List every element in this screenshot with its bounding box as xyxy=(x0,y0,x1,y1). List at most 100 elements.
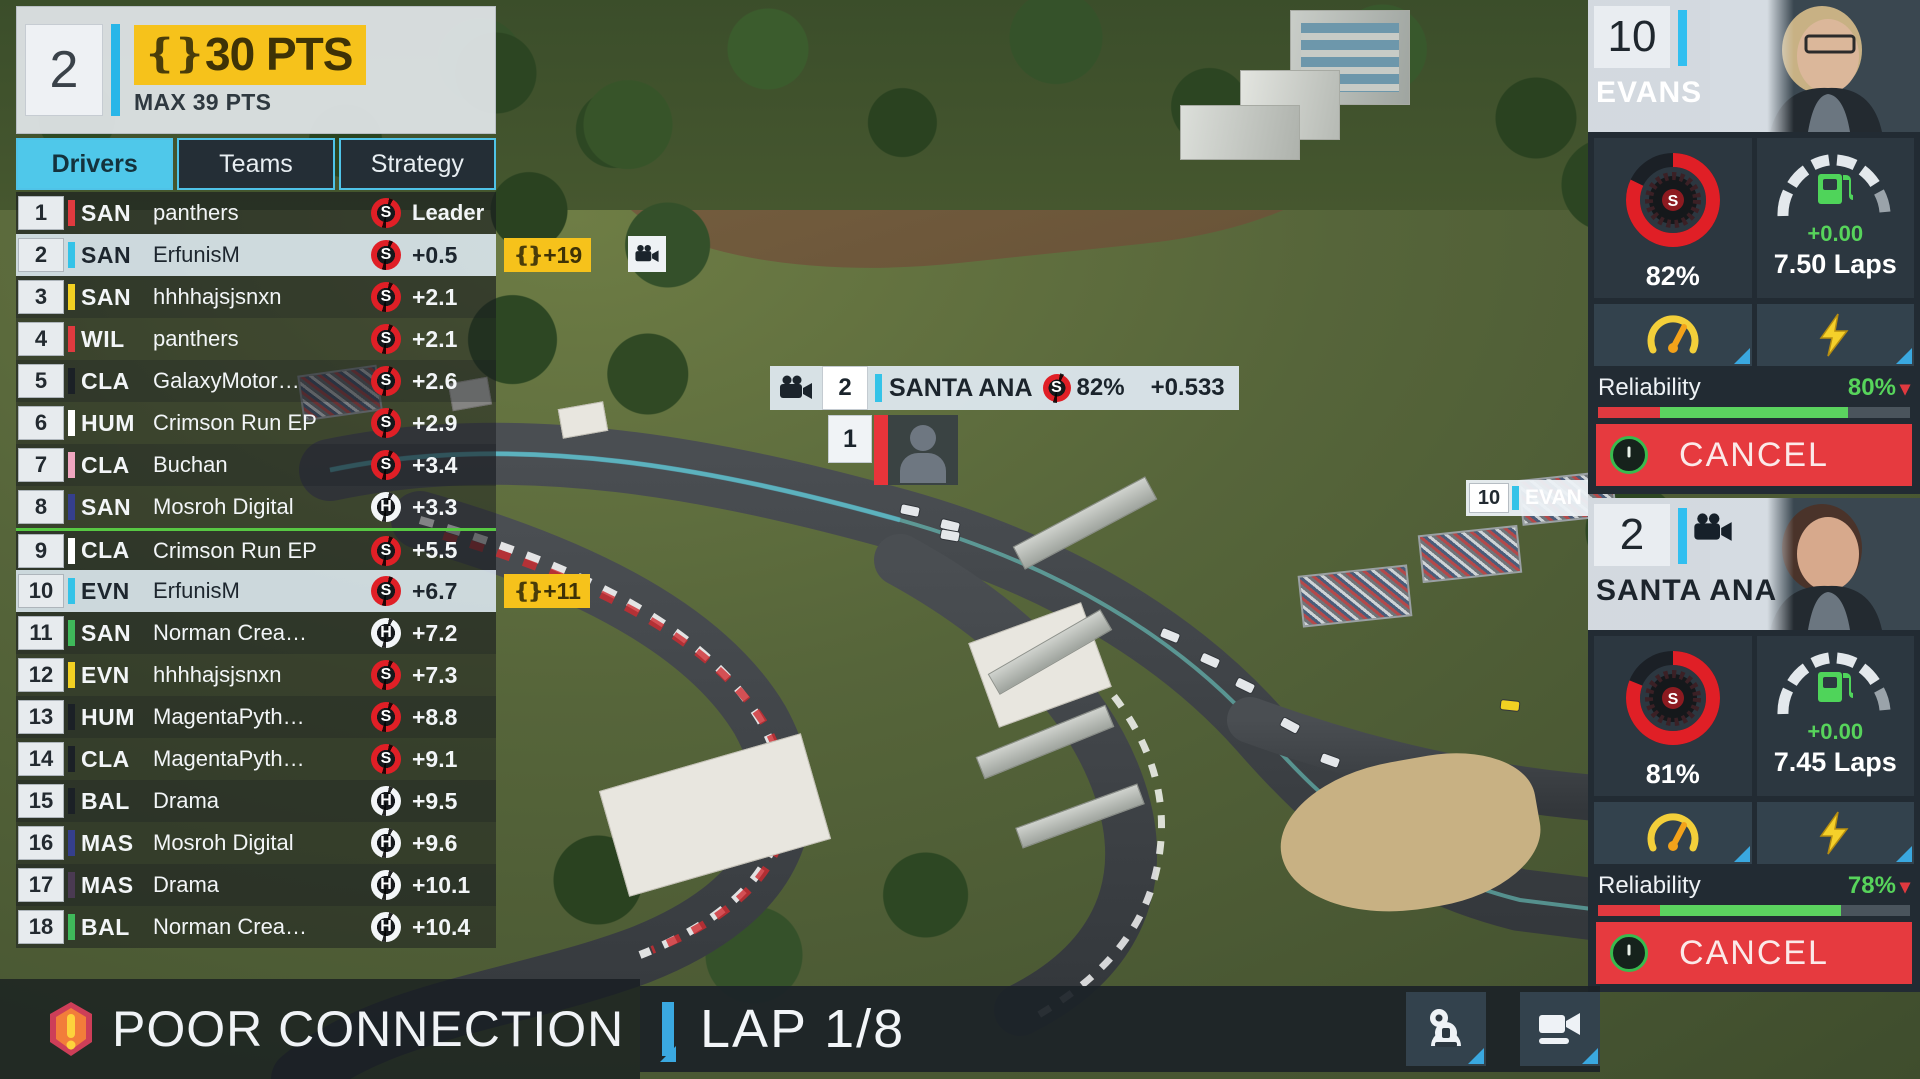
row-team-color xyxy=(68,494,75,520)
tyre-compound-icon: S xyxy=(371,408,401,438)
row-team-color xyxy=(68,746,75,772)
row-team-color xyxy=(68,578,75,604)
standings-row-9[interactable]: 9 CLA Crimson Run EP S +5.5 xyxy=(16,528,496,570)
cancel-button[interactable]: CANCEL xyxy=(1596,922,1912,984)
row-team-name: Buchan xyxy=(153,452,228,477)
row-team-name: Crimson Run EP xyxy=(153,410,317,435)
row-position: 16 xyxy=(18,826,64,860)
reliability-bar xyxy=(1598,407,1910,418)
tyre-compound-icon: H xyxy=(371,870,401,900)
row-position: 2 xyxy=(18,238,64,272)
row-team-name: ErfunisM xyxy=(153,578,240,603)
laurel-icon: ❴❵ xyxy=(513,579,544,603)
pace-gauge-button[interactable] xyxy=(1594,304,1752,366)
tyre-stat[interactable]: S 82% xyxy=(1594,138,1752,298)
tyre-stat[interactable]: S 81% xyxy=(1594,636,1752,796)
row-driver-abbr: BAL xyxy=(81,787,130,814)
standings-row-15[interactable]: 15 BAL Drama H +9.5 xyxy=(16,780,496,822)
card-accent-bar xyxy=(1678,508,1687,564)
standings-row-14[interactable]: 14 CLA MagentaPyth… S +9.1 xyxy=(16,738,496,780)
boost-button[interactable] xyxy=(1756,304,1914,366)
max-points-label: MAX 39 PTS xyxy=(134,88,272,115)
row-position: 1 xyxy=(18,196,64,230)
row-camera-icon[interactable] xyxy=(628,236,666,272)
card-driver-name: SANTA ANA xyxy=(1596,574,1778,607)
row-team-name: Crimson Run EP xyxy=(153,537,317,563)
leader-car-marker[interactable]: 1 xyxy=(828,415,958,485)
row-position: 3 xyxy=(18,280,64,314)
card-camera-icon[interactable] xyxy=(1692,512,1734,549)
row-gap: +2.9 xyxy=(412,409,458,436)
card-driver-number: 2 xyxy=(1594,504,1670,566)
row-team-name: GalaxyMotor… xyxy=(153,368,300,393)
row-tyre: S xyxy=(362,660,410,690)
fuel-pump-icon xyxy=(1818,672,1854,702)
tyre-compound-icon: H xyxy=(371,828,401,858)
cancel-label: CANCEL xyxy=(1679,933,1829,972)
card-stats: S 81% +0.00 7.45 Laps xyxy=(1588,630,1920,802)
tyre-compound-icon: S xyxy=(371,744,401,774)
fuel-stat[interactable]: +0.00 7.45 Laps xyxy=(1756,636,1914,796)
standings-row-13[interactable]: 13 HUM MagentaPyth… S +8.8 xyxy=(16,696,496,738)
pace-gauge-button[interactable] xyxy=(1594,802,1752,864)
standings-row-6[interactable]: 6 HUM Crimson Run EP S +2.9 xyxy=(16,402,496,444)
row-gap: +9.1 xyxy=(412,745,458,772)
standings-row-10[interactable]: 10 EVN ErfunisM S +6.7 ❴❵ +11 xyxy=(16,570,590,612)
row-points-tag: ❴❵ +19 xyxy=(504,238,592,272)
row-team-color xyxy=(68,662,75,688)
row-team-color xyxy=(68,284,75,310)
row-driver-abbr: CLA xyxy=(81,451,130,478)
row-tyre: S xyxy=(362,240,410,270)
standings-row-5[interactable]: 5 CLA GalaxyMotor… S +2.6 xyxy=(16,360,496,402)
svg-text:S: S xyxy=(1667,193,1678,210)
standings-row-11[interactable]: 11 SAN Norman Crea… H +7.2 xyxy=(16,612,496,654)
standings-row-17[interactable]: 17 MAS Drama H +10.1 xyxy=(16,864,496,906)
row-tyre: S xyxy=(362,408,410,438)
row-driver-abbr: CLA xyxy=(81,367,130,394)
reliability-bar xyxy=(1598,905,1910,916)
row-driver-abbr: HUM xyxy=(81,409,135,436)
standings-row-7[interactable]: 7 CLA Buchan S +3.4 xyxy=(16,444,496,486)
standings-row-2[interactable]: 2 SAN ErfunisM S +0.5 ❴❵ +19 xyxy=(16,234,666,276)
boost-button[interactable] xyxy=(1756,802,1914,864)
camera-button[interactable] xyxy=(1520,992,1600,1066)
standings-row-18[interactable]: 18 BAL Norman Crea… H +10.4 xyxy=(16,906,496,948)
row-team-name: panthers xyxy=(153,200,239,225)
tab-drivers[interactable]: Drivers xyxy=(16,138,174,190)
pace-gauge-icon xyxy=(1647,813,1699,852)
standings-row-1[interactable]: 1 SAN panthers S Leader xyxy=(16,192,496,234)
row-position: 13 xyxy=(18,700,64,734)
standings-list: 1 SAN panthers S Leader 2 SAN ErfunisM S +0.5 ❴❵ +1… xyxy=(16,192,666,948)
focused-driver-tag[interactable]: 2 SANTA ANA S 82% +0.533 xyxy=(770,366,1239,410)
fuel-stat[interactable]: +0.00 7.50 Laps xyxy=(1756,138,1914,298)
secondary-driver-tag[interactable]: 10 EVAN xyxy=(1466,480,1588,516)
tab-strategy[interactable]: Strategy xyxy=(338,138,496,190)
driver-card-evans[interactable]: 10 EVANS S 82% +0.00 7.50 Laps Reliability 80% ▾… xyxy=(1588,0,1920,494)
standings-row-4[interactable]: 4 WIL panthers S +2.1 xyxy=(16,318,496,360)
standings-row-3[interactable]: 3 SAN hhhhajsjsnxn S +2.1 xyxy=(16,276,496,318)
standings-row-12[interactable]: 12 EVN hhhhajsjsnxn S +7.3 xyxy=(16,654,496,696)
power-icon xyxy=(1610,934,1648,972)
reliability-label: Reliability xyxy=(1598,872,1701,899)
reliability-label: Reliability xyxy=(1598,374,1701,401)
row-gap: +2.6 xyxy=(412,367,458,394)
row-position: 7 xyxy=(18,448,64,482)
standings-row-16[interactable]: 16 MAS Mosroh Digital H +9.6 xyxy=(16,822,496,864)
row-tyre: S xyxy=(362,282,410,312)
points-badge: ❴❵ 30 PTS xyxy=(134,24,367,85)
row-gap: Leader xyxy=(412,200,485,225)
laurel-icon: ❴❵ xyxy=(513,243,544,267)
connection-status-text: POOR CONNECTION xyxy=(112,1001,625,1057)
row-position: 18 xyxy=(18,910,64,944)
standings-tabs: Drivers Teams Strategy xyxy=(16,138,496,190)
row-gap: +6.7 xyxy=(412,577,458,604)
cancel-button[interactable]: CANCEL xyxy=(1596,424,1912,486)
card-actions xyxy=(1588,304,1920,372)
tag-position: 2 xyxy=(822,366,868,410)
tab-teams[interactable]: Teams xyxy=(177,138,335,190)
camera-icon[interactable] xyxy=(770,366,822,410)
driver-helmet-button[interactable] xyxy=(1406,992,1486,1066)
fuel-pump-icon xyxy=(1818,174,1854,204)
driver-card-santa-ana[interactable]: 2 SANTA ANA S 81% +0.00 7.45 Laps Reliability 7… xyxy=(1588,498,1920,992)
standings-row-8[interactable]: 8 SAN Mosroh Digital H +3.3 xyxy=(16,486,496,528)
